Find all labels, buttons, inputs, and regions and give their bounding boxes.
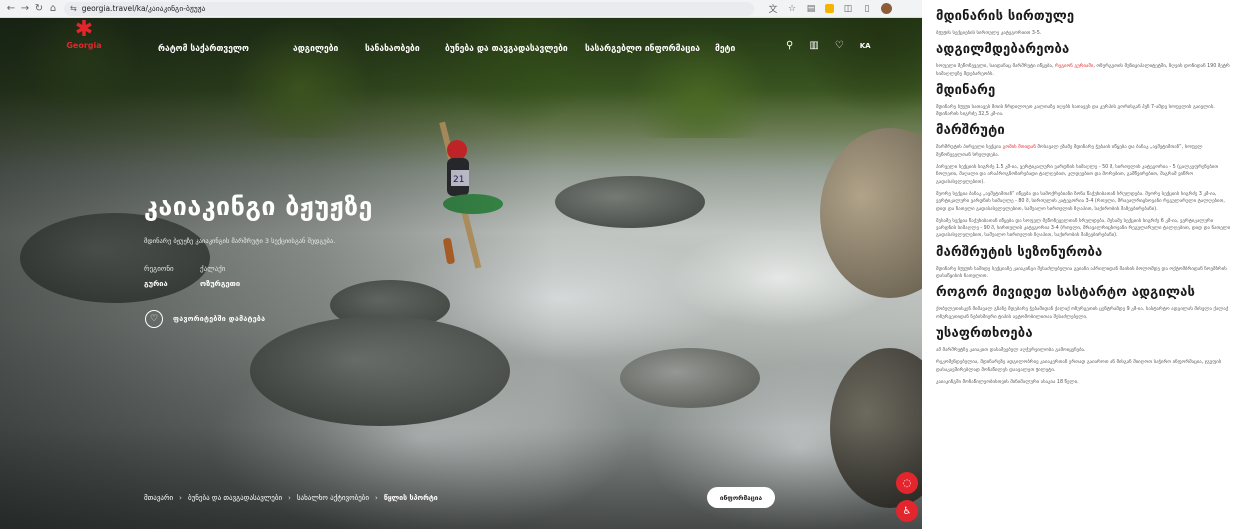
extension-yellow-icon[interactable] — [825, 4, 834, 13]
section-route: მარშრუტი მარშრუტის პირველი სექცია გომის … — [936, 123, 1233, 239]
breadcrumb-nature[interactable]: ბუნება და თავგადასავლები — [188, 494, 282, 502]
puzzle-icon[interactable]: ◫ — [843, 4, 853, 14]
translate-icon[interactable]: 文 — [768, 4, 778, 15]
site-info-icon[interactable]: ⇆ — [70, 4, 77, 13]
section-heading: მარშრუტი — [936, 123, 1005, 139]
heart-icon: ♡ — [145, 310, 163, 328]
favorites-label: ფავორიტებში დამატება — [173, 315, 266, 323]
region-value[interactable]: გურია — [144, 279, 168, 288]
nav-useful-info[interactable]: სასარგებლო ინფორმაცია — [585, 44, 715, 54]
map-icon[interactable]: ▥ — [809, 40, 818, 51]
forward-icon[interactable]: → — [18, 2, 32, 16]
main-nav: რატომ საქართველო ადგილები სანახაობები ბუ… — [158, 44, 735, 54]
section-heading: უსაფრთხოება — [936, 325, 1033, 341]
nav-sights[interactable]: სანახაობები — [365, 44, 445, 54]
extension-icons: 文 ☆ ▤ ◫ ▯ — [768, 3, 892, 15]
sidepanel-icon[interactable]: ▯ — [862, 4, 872, 14]
breadcrumb-current: წყლის სპორტი — [383, 494, 438, 502]
city-value[interactable]: ოზურგეთი — [200, 279, 240, 288]
section-heading: როგორ მივიდეთ სასტარტო ადგილას — [936, 285, 1196, 301]
paragraph: მეორე სექცია ბანაკ „ავშეტიმთან“ იწყება დ… — [936, 191, 1225, 212]
address-bar[interactable]: ⇆ georgia.travel/ka/კაიაკინგი-ბჟუჟა — [64, 1, 754, 16]
heart-icon[interactable]: ♡ — [835, 40, 844, 51]
section-location: ადგილმდებარეობა სოფელი მეწონეველი, საიდა… — [936, 42, 1233, 78]
paragraph: მდინარე ბჟუჟის საშიდე სექციაზე კაიაკინგი… — [936, 266, 1227, 280]
search-icon[interactable]: ⚲ — [786, 40, 793, 51]
section-safety: უსაფრთხოება ამ მარშრუტზე კაიაკით დასაშვე… — [936, 326, 1233, 386]
paragraph: კაიაკინგში მონაწილეობისთვის მინიმალური ა… — [936, 379, 1079, 385]
paragraph: ამ მარშრუტზე კაიაკით დასაშვებულ აღჭურვილ… — [936, 347, 1086, 353]
nav-why-georgia[interactable]: რატომ საქართველო — [158, 44, 293, 54]
logo-star-icon: ✱ — [74, 17, 94, 42]
chevron-right-icon: › — [288, 494, 291, 502]
profile-avatar[interactable] — [881, 3, 892, 14]
paragraph: ქობულეთისკენ მიმავალ გზაზე მდებარე ჭებაშ… — [936, 307, 1229, 320]
url-text: georgia.travel/ka/კაიაკინგი-ბჟუჟა — [81, 4, 206, 13]
section-heading: მდინარის სირთულე — [936, 9, 1075, 24]
accessibility-icon: ♿ — [902, 505, 912, 517]
section-getting-there: როგორ მივიდეთ სასტარტო ადგილას ქობულეთის… — [936, 285, 1233, 321]
browser-window: ← → ↻ ⌂ ⇆ georgia.travel/ka/კაიაკინგი-ბჟ… — [0, 0, 922, 529]
section-heading: მარშრუტის სეზონურობა — [936, 244, 1103, 260]
nav-nature-adventure[interactable]: ბუნება და თავგადასავლები — [445, 44, 585, 54]
chevron-right-icon: › — [375, 494, 378, 502]
paragraph: რეკომენდებულია, მდინარეზე ადგილობრივ კაი… — [936, 360, 1222, 373]
article-panel: მდინარის სირთულე ბჟუჟის სექციების სირთულ… — [922, 0, 1243, 529]
text: მარშრუტის პირველი სექცია — [936, 145, 1003, 151]
section-heading: ადგილმდებარეობა — [936, 42, 1070, 58]
header-icons: ⚲ ▥ ♡ KA — [786, 40, 871, 51]
section-heading: მდინარე — [936, 82, 996, 98]
add-to-favorites-button[interactable]: ♡ ფავორიტებში დამატება — [145, 310, 265, 328]
city-label: ქალაქი — [200, 265, 226, 273]
chevron-right-icon: › — [179, 494, 182, 502]
paragraph: სოფელი მეწონეველი, საიდანაც მარშრუტი იწყ… — [936, 63, 1233, 78]
page-title: კაიაკინგი ბჟუჟზე — [144, 192, 373, 221]
section-river: მდინარე მდინარე ბჟუჟი სათავეს მთის ჩრდილ… — [936, 83, 1233, 119]
chat-button[interactable]: ◌ — [896, 472, 918, 494]
breadcrumb-activities[interactable]: სახალხო აქტივობები — [297, 494, 369, 502]
breadcrumb: მთავარი › ბუნება და თავგადასავლები › სახ… — [144, 494, 438, 502]
language-switch[interactable]: KA — [860, 42, 871, 50]
paragraph: მარშრუტის პირველი სექცია გომის მთიდან მო… — [936, 144, 1233, 159]
paragraph: მესამე სექცია წაქუხიბათან იწყება და სოფე… — [936, 218, 1231, 239]
breadcrumb-home[interactable]: მთავარი — [144, 494, 173, 502]
paragraph: ბჟუჟის სექციების სირთულე კატეგორიით 3-5. — [936, 31, 1042, 36]
hero-subtitle: მდინარე ბჟუჟზე კაიაკინგის მარშრუტი 3 სექ… — [144, 237, 336, 245]
hero-overlay — [0, 18, 922, 529]
section-difficulty: მდინარის სირთულე ბჟუჟის სექციების სირთულ… — [936, 9, 1233, 37]
accessibility-button[interactable]: ♿ — [896, 500, 918, 522]
logo-text: Georgia — [66, 41, 102, 50]
extension-icon[interactable]: ▤ — [806, 4, 816, 14]
region-label: რეგიონი — [144, 265, 174, 273]
region-link[interactable]: რეგიონ გურიაში — [1055, 64, 1093, 69]
reload-icon[interactable]: ↻ — [32, 2, 46, 16]
home-icon[interactable]: ⌂ — [46, 2, 60, 16]
info-button[interactable]: ინფორმაცია — [707, 487, 775, 508]
back-icon[interactable]: ← — [4, 2, 18, 16]
hero-image: 21 — [0, 18, 922, 529]
bookmark-star-icon[interactable]: ☆ — [787, 4, 797, 14]
nav-more[interactable]: მეტი — [715, 44, 735, 54]
text: სოფელი მეწონეველი, საიდანაც მარშრუტი იწყ… — [936, 64, 1056, 70]
chat-icon: ◌ — [902, 477, 912, 489]
paragraph: პირველი სექციის სიგრძე 1.5 კმ-ია, ვერტიკ… — [936, 165, 1219, 185]
paragraph: მდინარე ბჟუჟი სათავეს მთის ჩრდილოეთ კალთ… — [936, 104, 1215, 118]
georgia-logo[interactable]: ✱ Georgia — [64, 17, 104, 56]
place-link[interactable]: გომის მთიდან — [1003, 145, 1036, 150]
section-seasonality: მარშრუტის სეზონურობა მდინარე ბჟუჟის საში… — [936, 245, 1233, 281]
browser-toolbar: ← → ↻ ⌂ ⇆ georgia.travel/ka/კაიაკინგი-ბჟ… — [0, 0, 922, 18]
nav-places[interactable]: ადგილები — [293, 44, 365, 54]
